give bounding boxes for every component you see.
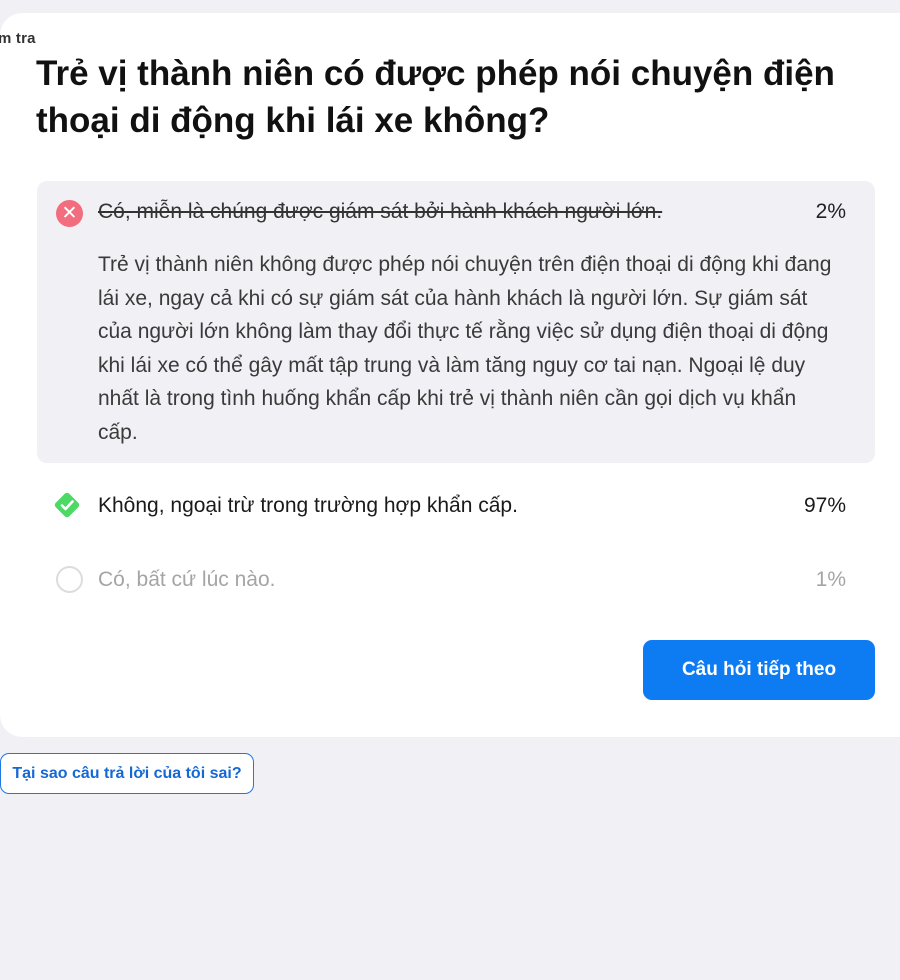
answer-text: Không, ngoại trừ trong trường hợp khẩn c… xyxy=(98,494,518,517)
answer-text: Có, bất cứ lúc nào. xyxy=(98,568,276,591)
close-icon: ✕ xyxy=(56,200,83,227)
answer-percent: 97% xyxy=(803,494,846,517)
answer-percent: 1% xyxy=(815,568,846,591)
quiz-page: m tra Trẻ vị thành niên có được phép nói… xyxy=(0,0,900,980)
next-question-button[interactable]: Câu hỏi tiếp theo xyxy=(643,640,875,700)
answer-explanation: Trẻ vị thành niên không được phép nói ch… xyxy=(98,253,832,444)
check-diamond-icon xyxy=(54,492,80,518)
answer-percent: 2% xyxy=(815,200,846,223)
empty-circle-icon xyxy=(56,566,83,593)
why-wrong-button[interactable]: Tại sao câu trả lời của tôi sai? xyxy=(0,753,254,794)
question-title: Trẻ vị thành niên có được phép nói chuyệ… xyxy=(36,54,835,140)
section-label: m tra xyxy=(0,30,36,47)
answer-text: Có, miễn là chúng được giám sát bởi hành… xyxy=(98,200,663,223)
